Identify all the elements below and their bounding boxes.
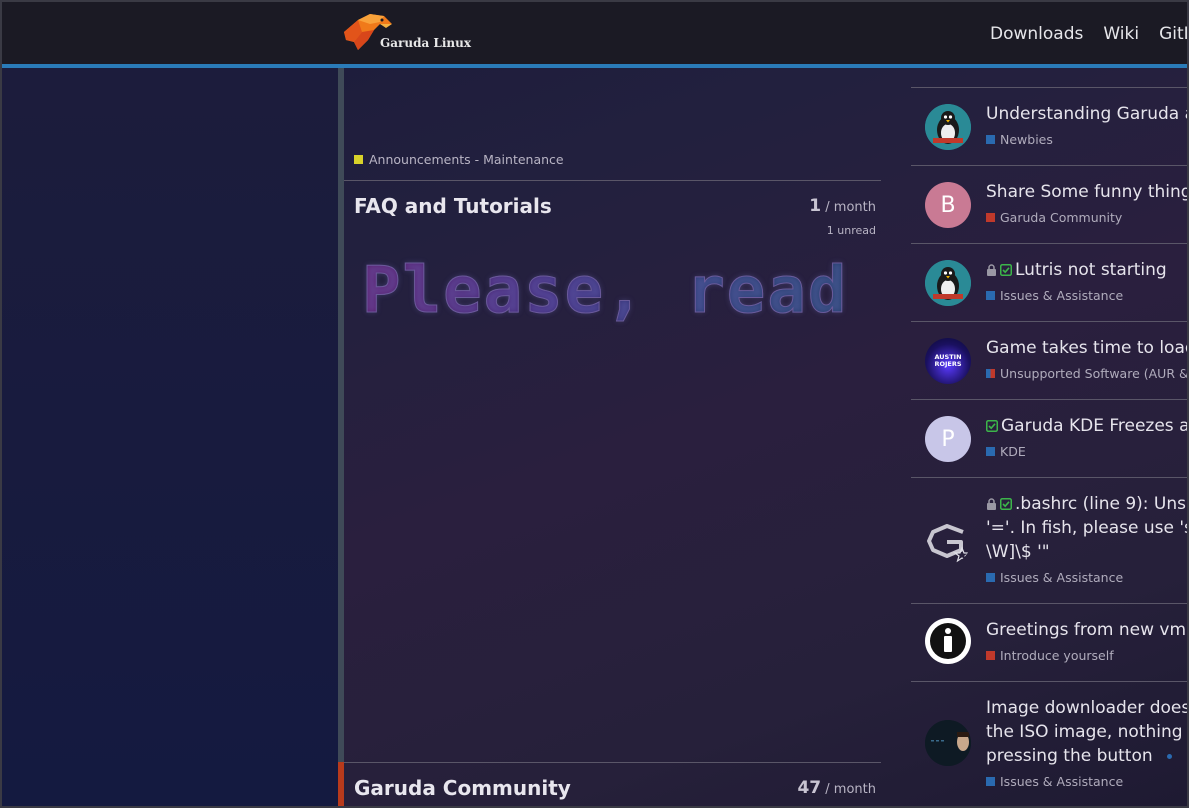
- garuda-logo[interactable]: Garuda Linux: [340, 10, 471, 52]
- category-list: Announcements - Maintenance FAQ and Tuto…: [338, 68, 881, 808]
- topic-title[interactable]: Share Some funny things: [986, 180, 1189, 204]
- lock-icon: [987, 264, 996, 276]
- topic-category-label: Issues & Assistance: [1000, 570, 1124, 585]
- topic-category[interactable]: Introduce yourself: [986, 648, 1114, 663]
- nav-wiki[interactable]: Wiki: [1103, 24, 1139, 44]
- info-person-avatar[interactable]: [925, 618, 971, 664]
- category-topic-count: 1: [809, 196, 822, 216]
- topic-row[interactable]: Lutris not starting Issues & Assistance: [911, 244, 1189, 322]
- topic-title[interactable]: Lutris not starting: [986, 258, 1167, 282]
- topic-category[interactable]: Garuda Community: [986, 210, 1122, 225]
- nav-gitlab[interactable]: GitLab: [1159, 24, 1189, 44]
- subcategory-announcements-maintenance[interactable]: Announcements - Maintenance: [354, 152, 564, 167]
- topic-title[interactable]: Image downloader does n the ISO image, n…: [986, 696, 1189, 768]
- topic-title-line: '='. In fish, please use 'set: [986, 518, 1189, 538]
- category-title-faq[interactable]: FAQ and Tutorials: [354, 194, 552, 218]
- category-topic-period: / month: [825, 782, 876, 797]
- category-color-square: [986, 213, 995, 222]
- topic-category-label: Issues & Assistance: [1000, 774, 1124, 789]
- topic-title-line: pressing the button: [986, 746, 1153, 766]
- lock-icon: [987, 498, 996, 510]
- topic-row[interactable]: AUSTIN ROJERS Game takes time to load? U…: [911, 322, 1189, 400]
- solved-check-icon: [986, 420, 998, 432]
- category-stat-community: 47 / month: [797, 778, 876, 798]
- topic-title-text: Garuda KDE Freezes an: [1001, 416, 1189, 436]
- category-color-square: [986, 447, 995, 456]
- topic-title-line: Image downloader does n: [986, 698, 1189, 718]
- category-stat-faq: 1 / month: [809, 196, 876, 216]
- penguin-icon: [925, 260, 971, 306]
- topic-title[interactable]: Garuda KDE Freezes an: [986, 414, 1189, 438]
- topic-row[interactable]: Image downloader does n the ISO image, n…: [911, 682, 1189, 808]
- category-color-bar-community: [338, 762, 344, 808]
- solved-check-icon: [1000, 498, 1012, 510]
- topic-category[interactable]: Issues & Assistance: [986, 774, 1123, 789]
- penguin-avatar[interactable]: [925, 104, 971, 150]
- topic-row[interactable]: B Share Some funny things Garuda Communi…: [911, 166, 1189, 244]
- nav-downloads[interactable]: Downloads: [990, 24, 1083, 44]
- garuda-g-avatar[interactable]: [925, 518, 971, 564]
- topic-title-line: .bashrc (line 9): Unsup: [1015, 494, 1189, 514]
- austin-rojers-avatar[interactable]: AUSTIN ROJERS: [925, 338, 971, 384]
- letter-avatar-b[interactable]: B: [925, 182, 971, 228]
- topic-title[interactable]: .bashrc (line 9): Unsup '='. In fish, pl…: [986, 492, 1189, 564]
- penguin-icon: [925, 104, 971, 150]
- topic-row[interactable]: P Garuda KDE Freezes an KDE: [911, 400, 1189, 478]
- topic-title[interactable]: Greetings from new vm u: [986, 618, 1189, 642]
- topic-title[interactable]: Game takes time to load?: [986, 336, 1189, 360]
- topic-row[interactable]: .bashrc (line 9): Unsup '='. In fish, pl…: [911, 478, 1189, 604]
- topic-title[interactable]: Understanding Garuda au: [986, 102, 1189, 126]
- solved-check-icon: [1000, 264, 1012, 276]
- topic-row[interactable]: Understanding Garuda au Newbies: [911, 88, 1189, 166]
- topic-category-label: Issues & Assistance: [1000, 288, 1124, 303]
- topic-row[interactable]: Greetings from new vm u Introduce yourse…: [911, 604, 1189, 682]
- topic-title-text: Lutris not starting: [1015, 260, 1167, 280]
- topic-category[interactable]: Newbies: [986, 132, 1053, 147]
- category-topic-count: 47: [797, 778, 822, 798]
- dark-face-avatar[interactable]: [925, 720, 971, 766]
- topic-category-label: Garuda Community: [1000, 210, 1123, 225]
- topic-title-line: the ISO image, nothing ha: [986, 722, 1189, 742]
- category-unread-faq[interactable]: 1 unread: [827, 224, 876, 237]
- topic-category[interactable]: Issues & Assistance: [986, 288, 1123, 303]
- category-color-square: [354, 155, 363, 164]
- topic-category-label: Unsupported Software (AUR &: [1000, 366, 1189, 381]
- topic-category[interactable]: KDE: [986, 444, 1026, 459]
- category-title-community[interactable]: Garuda Community: [354, 776, 571, 800]
- left-gutter: [0, 68, 338, 808]
- avatar-letter: P: [941, 426, 955, 452]
- person-info-icon: [926, 619, 970, 663]
- topic-category-label: KDE: [1000, 444, 1026, 459]
- avatar-letter: B: [940, 192, 956, 218]
- category-color-square: [986, 135, 995, 144]
- category-color-square: [986, 291, 995, 300]
- top-nav: Downloads Wiki GitLab: [990, 24, 1189, 44]
- category-divider: [344, 180, 881, 181]
- unread-dot: [1166, 754, 1172, 759]
- category-color-square: [986, 651, 995, 660]
- austin-rojers-logo-icon: AUSTIN ROJERS: [934, 353, 961, 368]
- site-header: Garuda Linux Downloads Wiki GitLab: [0, 0, 1189, 64]
- subcategory-label: Announcements - Maintenance: [369, 152, 564, 167]
- topic-category-label: Newbies: [1000, 132, 1053, 147]
- face-icon: [925, 720, 971, 766]
- topic-category[interactable]: Issues & Assistance: [986, 570, 1123, 585]
- topic-category-label: Introduce yourself: [1000, 648, 1114, 663]
- topic-title-line: \W]\$ '": [986, 542, 1050, 562]
- please-read-banner: Please, read: [361, 254, 849, 329]
- svg-text:ROJERS: ROJERS: [934, 360, 961, 368]
- topic-category[interactable]: Unsupported Software (AUR &: [986, 366, 1189, 381]
- category-color-bar: [338, 68, 344, 762]
- letter-avatar-p[interactable]: P: [925, 416, 971, 462]
- garuda-g-icon: [927, 524, 971, 563]
- category-divider: [344, 762, 881, 763]
- category-color-square: [986, 573, 995, 582]
- penguin-avatar[interactable]: [925, 260, 971, 306]
- logo-text: Garuda Linux: [380, 36, 472, 50]
- category-color-square: [986, 369, 995, 378]
- latest-topics-list: Understanding Garuda au Newbies B Share …: [911, 68, 1189, 808]
- category-topic-period: / month: [825, 200, 876, 215]
- category-color-square: [986, 777, 995, 786]
